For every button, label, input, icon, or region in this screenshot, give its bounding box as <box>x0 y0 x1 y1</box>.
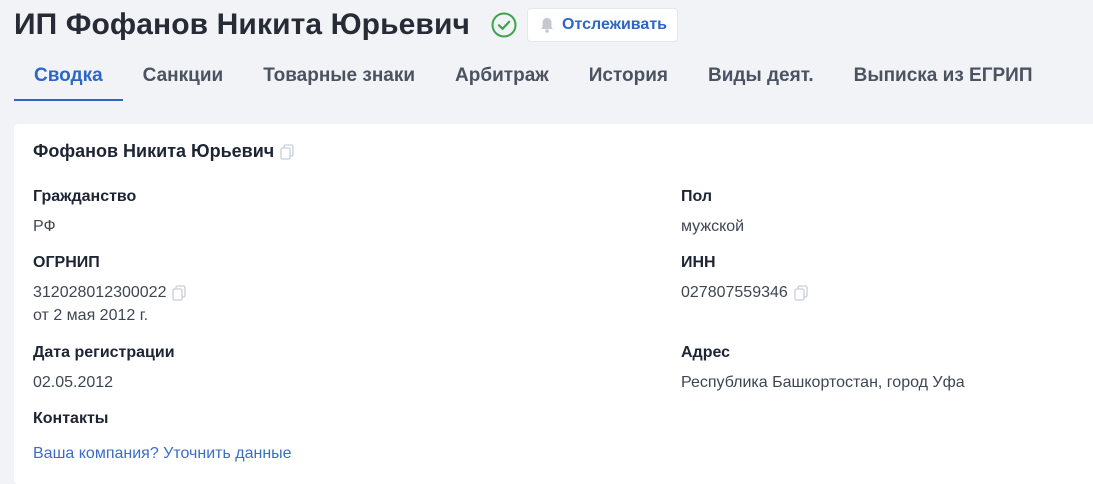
ogrnip-value-row: 312028012300022 <box>33 283 187 303</box>
address-label: Адрес <box>681 344 731 361</box>
registration-date-field: Дата регистрации 02.05.2012 <box>33 343 175 393</box>
contacts-field: Контакты Ваша компания? Уточнить данные <box>33 409 292 464</box>
inn-value: 027807559346 <box>681 284 788 301</box>
tab-bar: Сводка Санкции Товарные знаки Арбитраж И… <box>14 52 1093 101</box>
ogrnip-value: 312028012300022 <box>33 284 167 301</box>
tab-trademarks[interactable]: Товарные знаки <box>243 52 435 99</box>
ogrnip-label: ОГРНИП <box>33 254 100 271</box>
clarify-data-link[interactable]: Ваша компания? Уточнить данные <box>33 444 292 464</box>
gender-label: Пол <box>681 188 713 205</box>
page-header: ИП Фофанов Никита Юрьевич Отслеживать <box>14 6 678 44</box>
tab-activities[interactable]: Виды деят. <box>688 52 834 99</box>
gender-value: мужской <box>681 218 745 235</box>
verified-check-icon <box>491 12 517 38</box>
registration-date-value: 02.05.2012 <box>33 374 114 391</box>
citizenship-label: Гражданство <box>33 188 137 205</box>
tab-summary[interactable]: Сводка <box>14 52 123 101</box>
ogrnip-field: ОГРНИП 312028012300022 от 2 мая 2012 г. <box>33 253 187 326</box>
tab-egrip-extract[interactable]: Выписка из ЕГРИП <box>834 52 1053 99</box>
ogrnip-date: от 2 мая 2012 г. <box>33 307 149 324</box>
bell-icon <box>538 16 556 34</box>
registration-date-label: Дата регистрации <box>33 344 175 361</box>
person-name: Фофанов Никита Юрьевич <box>33 141 275 161</box>
copy-icon[interactable] <box>172 285 187 301</box>
contacts-label: Контакты <box>33 410 109 427</box>
person-name-row: Фофанов Никита Юрьевич <box>33 141 294 162</box>
summary-card: Фофанов Никита Юрьевич Гражданство РФ По… <box>14 124 1093 484</box>
inn-field: ИНН 027807559346 <box>681 253 808 303</box>
page-title: ИП Фофанов Никита Юрьевич <box>14 8 471 41</box>
gender-field: Пол мужской <box>681 187 744 237</box>
inn-label: ИНН <box>681 254 716 271</box>
inn-value-row: 027807559346 <box>681 283 808 303</box>
copy-icon[interactable] <box>280 143 294 160</box>
address-value: Республика Башкортостан, город Уфа <box>681 374 965 391</box>
citizenship-value: РФ <box>33 218 56 235</box>
tab-sanctions[interactable]: Санкции <box>123 52 244 99</box>
copy-icon[interactable] <box>794 285 808 301</box>
tab-arbitration[interactable]: Арбитраж <box>435 52 569 99</box>
address-field: Адрес Республика Башкортостан, город Уфа <box>681 343 965 393</box>
track-button[interactable]: Отслеживать <box>527 8 678 42</box>
track-button-label: Отслеживать <box>562 16 667 33</box>
citizenship-field: Гражданство РФ <box>33 187 136 237</box>
tab-history[interactable]: История <box>569 52 688 99</box>
